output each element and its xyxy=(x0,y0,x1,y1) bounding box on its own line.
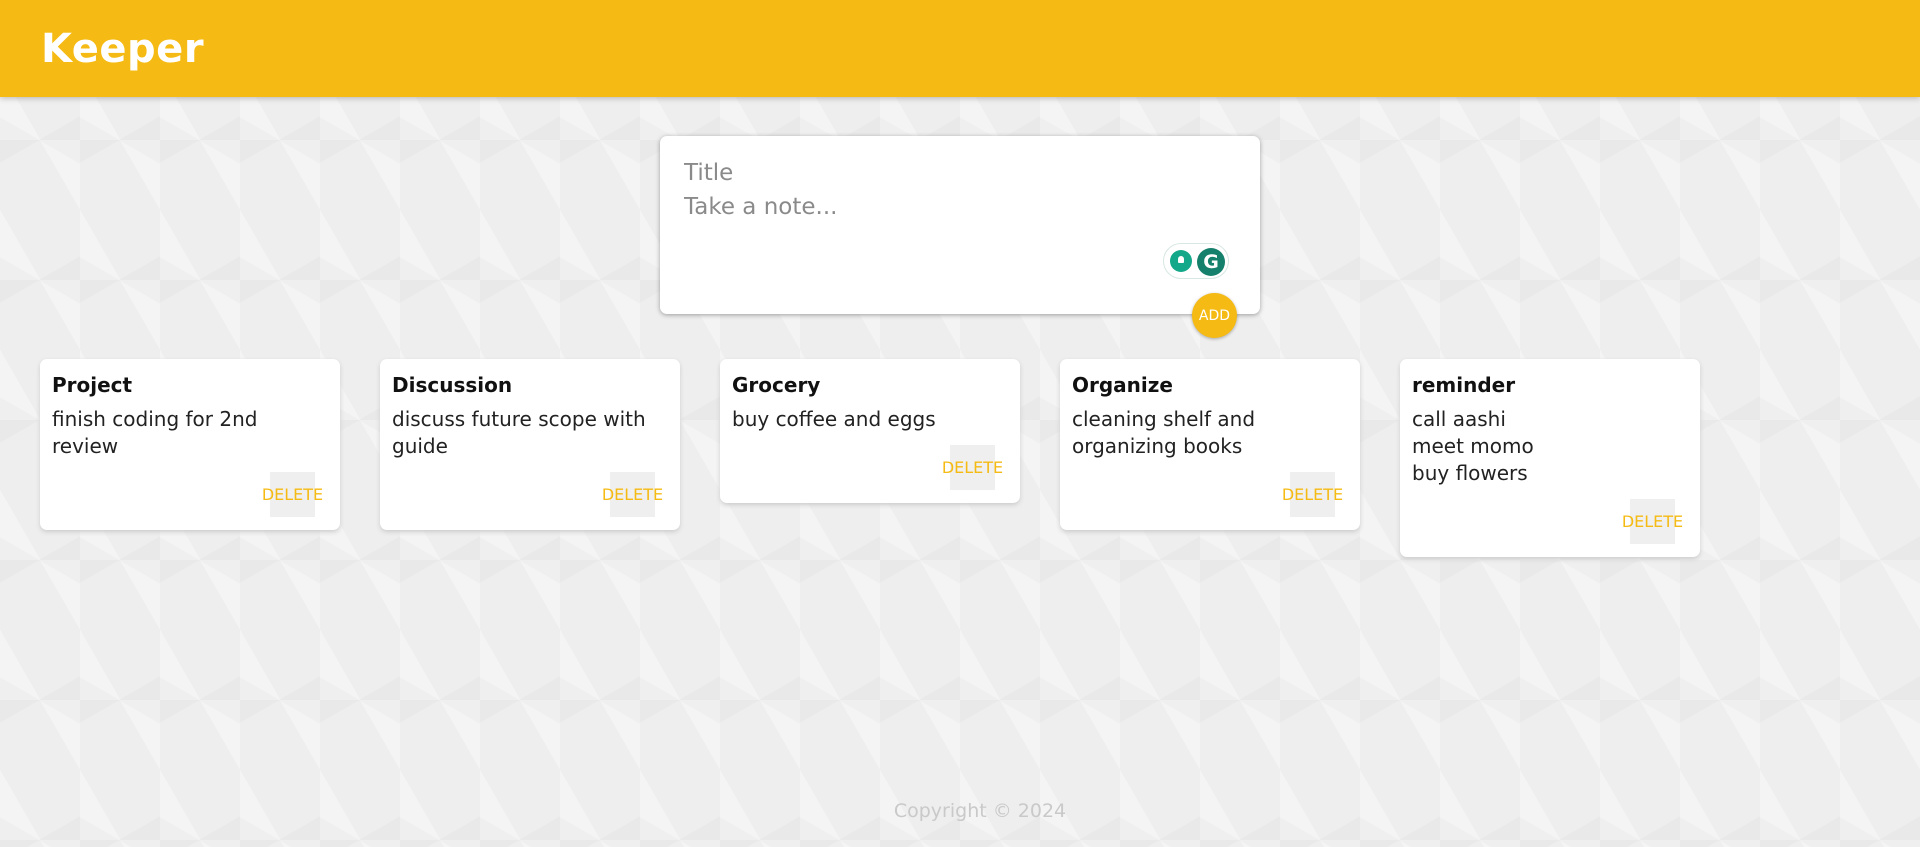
delete-note-button[interactable]: DELETE xyxy=(1622,499,1683,544)
delete-note-button[interactable]: DELETE xyxy=(942,445,1003,490)
footer-copyright: Copyright © 2024 xyxy=(893,800,1067,822)
lightbulb-icon[interactable] xyxy=(1170,250,1192,272)
add-note-button[interactable]: ADD xyxy=(1192,293,1237,338)
app-header: Keeper xyxy=(0,0,1920,97)
note-card: Organize cleaning shelf and organizing b… xyxy=(1060,359,1360,530)
note-title: Discussion xyxy=(392,373,513,397)
note-card: reminder call aashi meet momo buy flower… xyxy=(1400,359,1700,557)
note-card: Grocery buy coffee and eggs DELETE xyxy=(720,359,1020,503)
grammar-assistant-widget[interactable]: G xyxy=(1163,243,1229,279)
note-content: buy coffee and eggs xyxy=(732,407,936,431)
note-title: Organize xyxy=(1072,373,1173,397)
delete-note-button[interactable]: DELETE xyxy=(602,472,663,517)
delete-note-button[interactable]: DELETE xyxy=(1282,472,1343,517)
note-content: finish coding for 2nd review xyxy=(52,407,264,458)
note-content: call aashi meet momo buy flowers xyxy=(1412,407,1534,485)
create-note-form: G ADD xyxy=(660,136,1260,338)
note-content: cleaning shelf and organizing books xyxy=(1072,407,1262,458)
note-title: Project xyxy=(52,373,133,397)
note-card: Project finish coding for 2nd review DEL… xyxy=(40,359,340,530)
note-content: discuss future scope with guide xyxy=(392,407,653,458)
app-logo: Keeper xyxy=(41,26,205,72)
note-title: reminder xyxy=(1412,373,1516,397)
delete-note-button[interactable]: DELETE xyxy=(262,472,323,517)
note-card: Discussion discuss future scope with gui… xyxy=(380,359,680,530)
note-title: Grocery xyxy=(732,373,821,397)
grammarly-icon[interactable]: G xyxy=(1197,248,1225,276)
note-title-input[interactable] xyxy=(684,156,1224,190)
note-content-input[interactable] xyxy=(684,194,1224,228)
